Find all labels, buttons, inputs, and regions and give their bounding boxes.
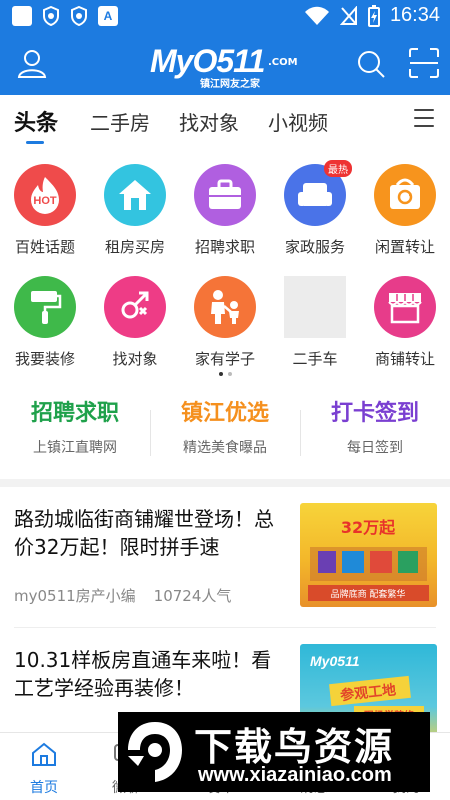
grid-item-idle-transfer[interactable]: 闲置转让 — [365, 164, 445, 264]
svg-text:My0511: My0511 — [310, 653, 360, 669]
storefront-icon — [374, 276, 436, 338]
grid-label: 找对象 — [112, 350, 158, 368]
user-profile-icon[interactable] — [16, 47, 48, 79]
svg-text:品牌底商 配套繁华: 品牌底商 配套繁华 — [331, 588, 406, 600]
tab-headlines[interactable]: 头条 — [14, 105, 58, 137]
watermark-overlay: 下载鸟资源 www.xiazainiao.com — [118, 712, 430, 792]
grid-label: 二手车 — [292, 350, 338, 368]
grid-item-students[interactable]: 家有学子 — [185, 276, 265, 376]
app-logo: MyO511 .COM 镇江网友之家 — [150, 43, 300, 90]
shield-icon — [71, 6, 87, 26]
news-title: 路劲城临街商铺耀世登场！总价32万起！限时拼手速 — [14, 507, 274, 559]
no-signal-icon — [339, 5, 357, 25]
section-separator — [0, 479, 450, 487]
grid-item-find-partner[interactable]: 找对象 — [95, 276, 175, 376]
recycle-bag-icon — [374, 164, 436, 226]
hot-icon: HOT — [14, 164, 76, 226]
quick-link-title: 打卡签到 — [330, 401, 419, 426]
grid-label: 招聘求职 — [194, 238, 255, 256]
nav-label: 首页 — [30, 780, 58, 796]
paint-roller-icon — [14, 276, 76, 338]
grid-label: 家有学子 — [194, 350, 255, 368]
tab-second-hand-house[interactable]: 二手房 — [90, 107, 150, 136]
battery-charging-icon — [367, 4, 380, 27]
svg-text:32万起: 32万起 — [341, 518, 396, 537]
bird-logo-icon — [128, 722, 182, 782]
logo-sub-text: 镇江网友之家 — [200, 79, 260, 90]
home-icon — [32, 742, 56, 766]
page-indicator — [219, 372, 232, 376]
grid-label: 租房买房 — [104, 238, 165, 256]
sofa-icon: 最热 — [284, 160, 352, 226]
grid-item-housekeeping[interactable]: 最热 家政服务 — [275, 160, 355, 264]
watermark-title: 下载鸟资源 — [194, 725, 395, 769]
grid-label: 商铺转让 — [374, 350, 435, 368]
grid-label: 我要装修 — [14, 350, 75, 368]
active-tab-indicator — [26, 141, 44, 144]
news-item[interactable]: 路劲城临街商铺耀世登场！总价32万起！限时拼手速 my0511房产小编 10724… — [0, 487, 450, 627]
tab-short-video[interactable]: 小视频 — [268, 107, 328, 136]
hot-badge: 最热 — [324, 160, 352, 177]
shield-icon — [43, 6, 59, 26]
briefcase-icon — [194, 164, 256, 226]
gender-icon — [104, 276, 166, 338]
category-tabs: 头条 二手房 找对象 小视频 — [0, 95, 450, 147]
search-icon[interactable] — [356, 49, 386, 79]
quick-link-subtitle: 每日签到 — [347, 440, 403, 456]
grid-item-shop-transfer[interactable]: 商铺转让 — [365, 276, 445, 376]
news-views: 10724人气 — [153, 587, 232, 605]
grid-item-rent-buy-house[interactable]: 租房买房 — [95, 164, 175, 264]
tab-dating[interactable]: 找对象 — [179, 107, 239, 136]
quick-link-title: 镇江优选 — [180, 401, 269, 426]
grid-item-topics[interactable]: HOT 百姓话题 — [5, 164, 85, 264]
notification-square-icon — [12, 6, 32, 26]
grid-item-used-car[interactable]: 二手车 — [275, 276, 355, 376]
grid-label: 百姓话题 — [14, 238, 75, 256]
grid-item-jobs[interactable]: 招聘求职 — [185, 164, 265, 264]
status-time: 16:34 — [389, 4, 440, 26]
grid-label: 家政服务 — [284, 238, 345, 256]
quick-link-jobs[interactable]: 招聘求职 上镇江直聘网 — [0, 395, 150, 475]
quick-link-subtitle: 精选美食曝品 — [183, 440, 267, 456]
logo-dotcom-text: .COM — [268, 57, 298, 68]
svg-text:HOT: HOT — [33, 195, 57, 207]
quick-link-title: 招聘求职 — [30, 401, 119, 426]
news-title: 10.31样板房直通车来啦！看工艺学经验再装修！ — [14, 648, 272, 700]
nav-home[interactable]: 首页 — [14, 741, 74, 797]
parent-child-icon — [194, 276, 256, 338]
quick-link-checkin[interactable]: 打卡签到 每日签到 — [300, 395, 450, 475]
wifi-icon — [304, 6, 329, 25]
quick-link-zhenjiang-selection[interactable]: 镇江优选 精选美食曝品 — [150, 395, 300, 475]
house-icon — [104, 164, 166, 226]
watermark-url: www.xiazainiao.com — [198, 764, 392, 786]
news-author: my0511房产小编 — [14, 587, 136, 605]
news-meta: my0511房产小编 10724人气 — [14, 585, 231, 606]
news-thumbnail: 32万起 品牌底商 配套繁华 — [300, 503, 437, 607]
grid-label: 闲置转让 — [374, 238, 435, 256]
menu-icon[interactable] — [414, 109, 434, 127]
status-bar: A 16:34 — [0, 0, 450, 33]
grid-item-decoration[interactable]: 我要装修 — [5, 276, 85, 376]
app-header: MyO511 .COM 镇江网友之家 — [0, 33, 450, 95]
car-placeholder-icon — [284, 276, 346, 338]
quick-link-subtitle: 上镇江直聘网 — [33, 440, 117, 456]
scan-icon[interactable] — [408, 47, 440, 79]
app-a-icon: A — [98, 6, 118, 26]
